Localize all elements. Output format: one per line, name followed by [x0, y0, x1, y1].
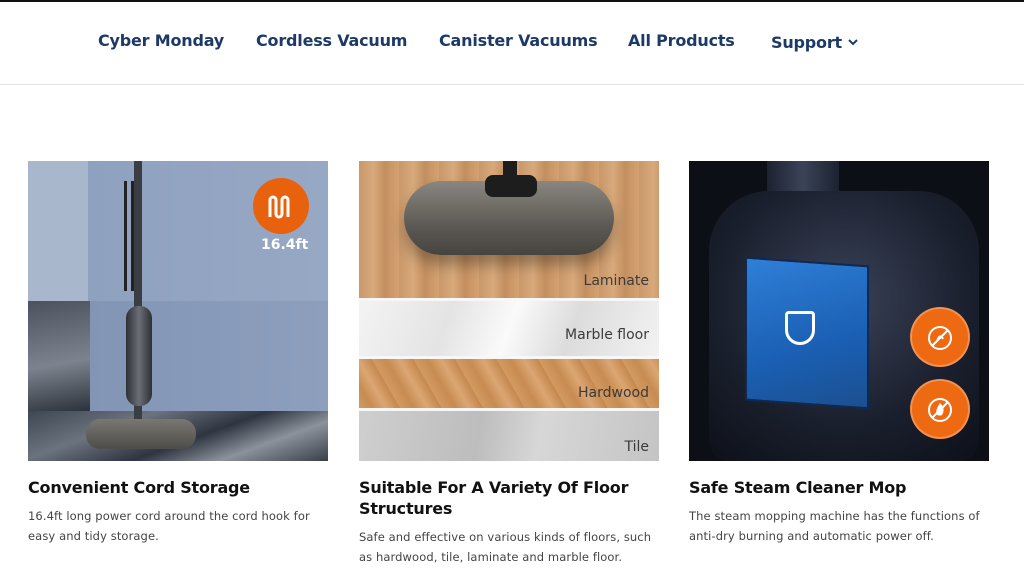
tile-band — [359, 411, 659, 461]
feature-card-cord-storage: 16.4ft Convenient Cord Storage 16.4ft lo… — [28, 161, 328, 546]
nav-support-label: Support — [771, 33, 842, 52]
hardwood-band — [359, 359, 659, 409]
card-description: 16.4ft long power cord around the cord h… — [28, 509, 310, 543]
feature-card-safe-steam: Safe Steam Cleaner Mop The steam mopping… — [689, 161, 989, 546]
card-title: Convenient Cord Storage — [28, 478, 250, 497]
floor-label-tile: Tile — [624, 439, 649, 455]
nav-support[interactable]: Support — [771, 31, 858, 52]
nav-canister-vacuums[interactable]: Canister Vacuums — [439, 31, 598, 50]
card-title: Safe Steam Cleaner Mop — [689, 478, 907, 497]
chevron-down-icon[interactable] — [848, 31, 858, 50]
top-navigation: Cyber Monday Cordless Vacuum Canister Va… — [0, 2, 1024, 85]
nav-all-products[interactable]: All Products — [628, 31, 735, 50]
mop-body — [126, 306, 152, 406]
nav-cyber-monday[interactable]: Cyber Monday — [98, 31, 224, 50]
cord-wave-icon — [253, 178, 309, 234]
cord-length-label: 16.4ft — [261, 237, 309, 253]
nav-cordless-vacuum[interactable]: Cordless Vacuum — [256, 31, 407, 50]
cord-storage-image: 16.4ft — [28, 161, 328, 461]
mop-joint — [485, 175, 537, 197]
floor-label-marble: Marble floor — [565, 327, 649, 343]
feature-card-floor-structures: Laminate Marble floor Hardwood Tile Suit… — [359, 161, 659, 567]
mop-base — [86, 419, 196, 449]
card-description: The steam mopping machine has the functi… — [689, 509, 980, 543]
safe-steam-image — [689, 161, 989, 461]
card-description: Safe and effective on various kinds of f… — [359, 530, 652, 564]
card-title: Suitable For A Variety Of Floor Structur… — [359, 478, 629, 518]
floor-label-hardwood: Hardwood — [578, 385, 649, 401]
flame-icon — [910, 379, 970, 439]
coiled-cord — [124, 181, 134, 291]
shield-check-icon — [785, 311, 815, 345]
no-burn-icon — [910, 307, 970, 367]
floor-types-image: Laminate Marble floor Hardwood Tile — [359, 161, 659, 461]
floor-label-laminate: Laminate — [583, 273, 649, 289]
